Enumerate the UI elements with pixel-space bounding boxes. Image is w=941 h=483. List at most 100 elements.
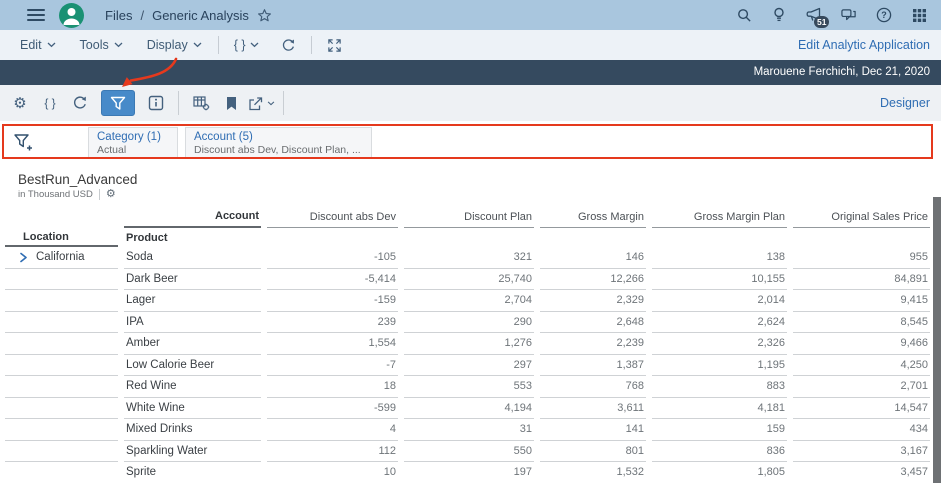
export-button[interactable] bbox=[246, 90, 276, 116]
value-cell[interactable]: 2,239 bbox=[540, 333, 646, 355]
search-icon[interactable] bbox=[736, 7, 752, 23]
menu-tools[interactable]: Tools bbox=[68, 30, 135, 60]
value-cell[interactable]: 883 bbox=[652, 376, 787, 398]
value-cell[interactable]: 2,014 bbox=[652, 290, 787, 312]
value-cell[interactable]: 836 bbox=[652, 441, 787, 462]
avatar[interactable] bbox=[59, 2, 84, 28]
value-cell[interactable]: 146 bbox=[540, 247, 646, 269]
filter-token-category[interactable]: Category (1) Actual bbox=[88, 127, 178, 159]
value-cell[interactable]: 159 bbox=[652, 419, 787, 441]
refresh-button[interactable] bbox=[65, 90, 95, 116]
edit-analytic-application-link[interactable]: Edit Analytic Application bbox=[798, 38, 930, 52]
column-dimension-header[interactable]: Account bbox=[124, 206, 261, 228]
value-cell[interactable]: 768 bbox=[540, 376, 646, 398]
value-cell[interactable]: 434 bbox=[793, 419, 930, 441]
product-cell[interactable]: Red Wine bbox=[124, 376, 261, 398]
value-cell[interactable]: 955 bbox=[793, 247, 930, 269]
value-cell[interactable]: -599 bbox=[267, 398, 398, 419]
value-cell[interactable]: 321 bbox=[404, 247, 534, 269]
value-cell[interactable]: 1,276 bbox=[404, 333, 534, 355]
value-cell[interactable]: 2,701 bbox=[793, 376, 930, 398]
value-cell[interactable]: 138 bbox=[652, 247, 787, 269]
product-cell[interactable]: White Wine bbox=[124, 398, 261, 419]
value-cell[interactable]: 14,547 bbox=[793, 398, 930, 419]
expand-chevron-icon[interactable] bbox=[18, 252, 29, 263]
value-cell[interactable]: 4,194 bbox=[404, 398, 534, 419]
refresh-button[interactable] bbox=[270, 38, 307, 53]
bookmark-button[interactable] bbox=[216, 90, 246, 116]
value-cell[interactable]: 4,250 bbox=[793, 355, 930, 376]
value-cell[interactable]: 112 bbox=[267, 441, 398, 462]
value-cell[interactable]: 9,466 bbox=[793, 333, 930, 355]
product-cell[interactable]: Sprite bbox=[124, 462, 261, 483]
value-cell[interactable]: 550 bbox=[404, 441, 534, 462]
designer-link[interactable]: Designer bbox=[880, 96, 930, 110]
script-button[interactable]: { } bbox=[35, 90, 65, 116]
value-cell[interactable]: 2,624 bbox=[652, 312, 787, 333]
product-dimension-header[interactable]: Product bbox=[124, 228, 261, 247]
value-cell[interactable]: 10 bbox=[267, 462, 398, 483]
product-cell[interactable]: Dark Beer bbox=[124, 269, 261, 290]
measure-header[interactable]: Discount abs Dev bbox=[267, 206, 398, 228]
filter-button[interactable] bbox=[101, 90, 135, 116]
product-cell[interactable]: Sparkling Water bbox=[124, 441, 261, 462]
measure-header[interactable]: Original Sales Price bbox=[793, 206, 930, 228]
value-cell[interactable]: 197 bbox=[404, 462, 534, 483]
table-settings-button[interactable] bbox=[186, 90, 216, 116]
value-cell[interactable]: 31 bbox=[404, 419, 534, 441]
value-cell[interactable]: 1,532 bbox=[540, 462, 646, 483]
location-dimension-header[interactable]: Location bbox=[5, 228, 118, 247]
value-cell[interactable]: 1,805 bbox=[652, 462, 787, 483]
menu-edit[interactable]: Edit bbox=[0, 30, 68, 60]
value-cell[interactable]: -159 bbox=[267, 290, 398, 312]
value-cell[interactable]: 239 bbox=[267, 312, 398, 333]
vertical-scrollbar[interactable] bbox=[933, 197, 941, 483]
value-cell[interactable]: 290 bbox=[404, 312, 534, 333]
product-cell[interactable]: Soda bbox=[124, 247, 261, 269]
value-cell[interactable]: 801 bbox=[540, 441, 646, 462]
settings-button[interactable]: ⚙ bbox=[5, 90, 35, 116]
chat-icon[interactable] bbox=[841, 7, 857, 23]
value-cell[interactable]: 84,891 bbox=[793, 269, 930, 290]
script-menu-button[interactable]: { } bbox=[223, 38, 270, 52]
measure-header[interactable]: Gross Margin Plan bbox=[652, 206, 787, 228]
value-cell[interactable]: 3,167 bbox=[793, 441, 930, 462]
value-cell[interactable]: 10,155 bbox=[652, 269, 787, 290]
value-cell[interactable]: 2,648 bbox=[540, 312, 646, 333]
value-cell[interactable]: 4,181 bbox=[652, 398, 787, 419]
value-cell[interactable]: -105 bbox=[267, 247, 398, 269]
gear-icon[interactable]: ⚙ bbox=[106, 189, 116, 200]
lightbulb-icon[interactable] bbox=[771, 7, 787, 23]
add-filter-button[interactable] bbox=[13, 132, 35, 154]
value-cell[interactable]: 2,704 bbox=[404, 290, 534, 312]
product-cell[interactable]: Amber bbox=[124, 333, 261, 355]
filter-token-account[interactable]: Account (5) Discount abs Dev, Discount P… bbox=[185, 127, 372, 159]
announcement-icon[interactable]: 51 bbox=[806, 7, 830, 28]
value-cell[interactable]: 9,415 bbox=[793, 290, 930, 312]
value-cell[interactable]: 8,545 bbox=[793, 312, 930, 333]
value-cell[interactable]: 141 bbox=[540, 419, 646, 441]
value-cell[interactable]: 18 bbox=[267, 376, 398, 398]
fullscreen-button[interactable] bbox=[316, 38, 353, 53]
value-cell[interactable]: 297 bbox=[404, 355, 534, 376]
location-cell[interactable]: California bbox=[5, 247, 118, 269]
value-cell[interactable]: 553 bbox=[404, 376, 534, 398]
value-cell[interactable]: 2,329 bbox=[540, 290, 646, 312]
value-cell[interactable]: 1,554 bbox=[267, 333, 398, 355]
value-cell[interactable]: -5,414 bbox=[267, 269, 398, 290]
value-cell[interactable]: 3,611 bbox=[540, 398, 646, 419]
measure-header[interactable]: Discount Plan bbox=[404, 206, 534, 228]
help-icon[interactable]: ? bbox=[876, 7, 892, 23]
product-cell[interactable]: Lager bbox=[124, 290, 261, 312]
product-cell[interactable]: Low Calorie Beer bbox=[124, 355, 261, 376]
product-cell[interactable]: IPA bbox=[124, 312, 261, 333]
value-cell[interactable]: 1,195 bbox=[652, 355, 787, 376]
info-button[interactable] bbox=[141, 90, 171, 116]
value-cell[interactable]: 1,387 bbox=[540, 355, 646, 376]
value-cell[interactable]: 4 bbox=[267, 419, 398, 441]
value-cell[interactable]: 25,740 bbox=[404, 269, 534, 290]
measure-header[interactable]: Gross Margin bbox=[540, 206, 646, 228]
favorite-star-icon[interactable] bbox=[257, 8, 272, 23]
value-cell[interactable]: -7 bbox=[267, 355, 398, 376]
value-cell[interactable]: 12,266 bbox=[540, 269, 646, 290]
